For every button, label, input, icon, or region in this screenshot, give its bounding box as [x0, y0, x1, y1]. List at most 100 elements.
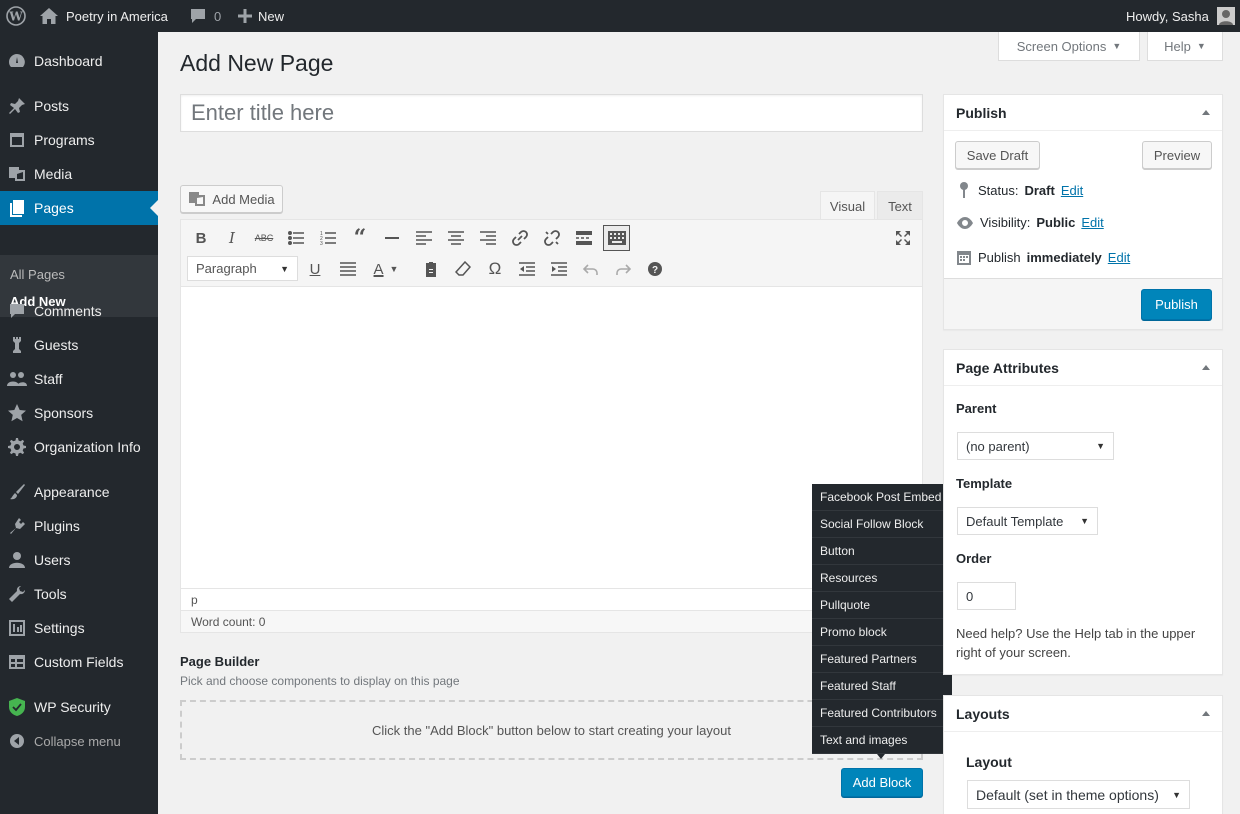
edit-schedule-link[interactable]: Edit [1108, 250, 1130, 265]
edit-visibility-link[interactable]: Edit [1081, 215, 1103, 230]
redo-button[interactable] [611, 257, 635, 281]
menu-pointer [877, 754, 885, 759]
page-attributes-box: Page Attributes Parent (no parent) ▼ Temp… [943, 349, 1223, 675]
sidebar-item-tools[interactable]: Tools [0, 577, 158, 611]
template-select[interactable]: Default Template ▼ [957, 507, 1098, 535]
editor-content-area[interactable] [181, 287, 922, 587]
sidebar-item-programs[interactable]: Programs [0, 123, 158, 157]
menu-item-facebook-post-embed[interactable]: Facebook Post Embed [812, 484, 952, 511]
undo-button[interactable] [579, 257, 603, 281]
current-arrow [150, 200, 158, 216]
user-icon [0, 550, 34, 570]
indent-button[interactable] [547, 257, 571, 281]
wordpress-logo-icon[interactable]: W [6, 0, 26, 32]
editor-toolbar: B I ABC 123 “ Paragraph ▼ U A ▼ Ω ? [181, 220, 922, 287]
sidebar-item-organization-info[interactable]: Organization Info [0, 430, 158, 464]
sidebar-item-plugins[interactable]: Plugins [0, 509, 158, 543]
save-draft-button[interactable]: Save Draft [955, 141, 1040, 169]
collapse-toggle-icon[interactable] [1202, 110, 1210, 115]
menu-item-featured-staff[interactable]: Featured Staff [812, 673, 952, 700]
format-select[interactable]: Paragraph ▼ [187, 256, 298, 281]
italic-button[interactable]: I [220, 226, 244, 250]
blockquote-button[interactable]: “ [348, 225, 372, 251]
outdent-button[interactable] [515, 257, 539, 281]
template-select-value: Default Template [966, 513, 1064, 529]
menu-item-featured-partners[interactable]: Featured Partners [812, 646, 952, 673]
comments-link[interactable]: 0 [190, 0, 221, 32]
sidebar-item-appearance[interactable]: Appearance [0, 475, 158, 509]
toolbar-toggle-button[interactable] [603, 225, 630, 251]
help-button[interactable]: Help ▼ [1147, 32, 1223, 61]
sidebar-item-users[interactable]: Users [0, 543, 158, 577]
strikethrough-button[interactable]: ABC [252, 226, 276, 250]
read-more-button[interactable] [572, 226, 596, 250]
menu-item-social-follow-block[interactable]: Social Follow Block [812, 511, 952, 538]
edit-status-link[interactable]: Edit [1061, 183, 1083, 198]
sidebar-item-custom-fields[interactable]: Custom Fields [0, 645, 158, 679]
align-right-button[interactable] [476, 226, 500, 250]
numbered-list-button[interactable]: 123 [316, 226, 340, 250]
bold-button[interactable]: B [189, 226, 213, 250]
menu-item-promo-block[interactable]: Promo block [812, 619, 952, 646]
align-center-button[interactable] [444, 226, 468, 250]
justify-button[interactable] [336, 257, 360, 281]
status-row: Status: Draft Edit [956, 181, 1083, 199]
collapse-toggle-icon[interactable] [1202, 365, 1210, 370]
brush-icon [0, 482, 34, 502]
horizontal-line-button[interactable] [380, 226, 404, 250]
sidebar-item-posts[interactable]: Posts [0, 89, 158, 123]
sidebar-item-sponsors[interactable]: Sponsors [0, 396, 158, 430]
help-icon[interactable]: ? [643, 257, 667, 281]
new-content-link[interactable]: New [238, 0, 284, 32]
sidebar-item-guests[interactable]: Guests [0, 328, 158, 362]
menu-item-resources[interactable]: Resources [812, 565, 952, 592]
tab-visual[interactable]: Visual [820, 191, 875, 220]
add-block-button[interactable]: Add Block [841, 768, 923, 797]
submenu-all-pages[interactable]: All Pages [10, 267, 65, 282]
publish-button[interactable]: Publish [1141, 289, 1212, 320]
publish-box: Publish Save Draft Preview Status: Draft E… [943, 94, 1223, 330]
order-input[interactable]: 0 [957, 582, 1016, 610]
sidebar-item-wp-security[interactable]: WP Security [0, 690, 158, 724]
my-account-link[interactable]: Howdy, Sasha [1126, 0, 1235, 32]
publish-box-header[interactable]: Publish [944, 95, 1222, 131]
sidebar-item-label: Custom Fields [34, 654, 124, 670]
menu-item-text-and-images[interactable]: Text and images [812, 727, 952, 754]
text-color-button[interactable]: A ▼ [368, 257, 404, 281]
preview-button[interactable]: Preview [1142, 141, 1212, 169]
collapse-menu[interactable]: Collapse menu [0, 724, 158, 758]
parent-select[interactable]: (no parent) ▼ [957, 432, 1114, 460]
sidebar-item-media[interactable]: Media [0, 157, 158, 191]
menu-item-button[interactable]: Button [812, 538, 952, 565]
sidebar-item-pages[interactable]: Pages [0, 191, 158, 225]
layout-select[interactable]: Default (set in theme options) ▼ [967, 780, 1190, 809]
bullet-list-button[interactable] [284, 226, 308, 250]
underline-button[interactable]: U [303, 257, 327, 281]
unlink-icon[interactable] [540, 226, 564, 250]
caret-down-icon: ▼ [1096, 441, 1105, 451]
menu-item-pullquote[interactable]: Pullquote [812, 592, 952, 619]
collapse-toggle-icon[interactable] [1202, 711, 1210, 716]
layouts-header[interactable]: Layouts [944, 696, 1222, 732]
tab-text[interactable]: Text [877, 191, 923, 220]
menu-item-featured-contributors[interactable]: Featured Contributors [812, 700, 952, 727]
sidebar-item-label: Appearance [34, 484, 110, 500]
sidebar-item-staff[interactable]: Staff [0, 362, 158, 396]
title-input[interactable]: Enter title here [180, 94, 923, 132]
clear-formatting-button[interactable] [451, 257, 475, 281]
page-builder-description: Pick and choose components to display on… [180, 674, 460, 688]
special-character-button[interactable]: Ω [483, 257, 507, 281]
paste-text-button[interactable] [419, 257, 443, 281]
add-media-button[interactable]: Add Media [180, 185, 283, 213]
link-icon[interactable] [508, 226, 532, 250]
align-left-button[interactable] [412, 226, 436, 250]
page-attributes-header[interactable]: Page Attributes [944, 350, 1222, 386]
site-name-link[interactable]: Poetry in America [40, 0, 168, 32]
page-builder-heading: Page Builder [180, 654, 260, 669]
fullscreen-button[interactable] [891, 226, 915, 250]
sidebar-item-settings[interactable]: Settings [0, 611, 158, 645]
sidebar-item-dashboard[interactable]: Dashboard [0, 44, 158, 78]
screen-options-button[interactable]: Screen Options ▼ [998, 32, 1140, 61]
wrench-icon [0, 584, 34, 604]
sidebar-item-comments[interactable]: Comments [0, 294, 158, 328]
